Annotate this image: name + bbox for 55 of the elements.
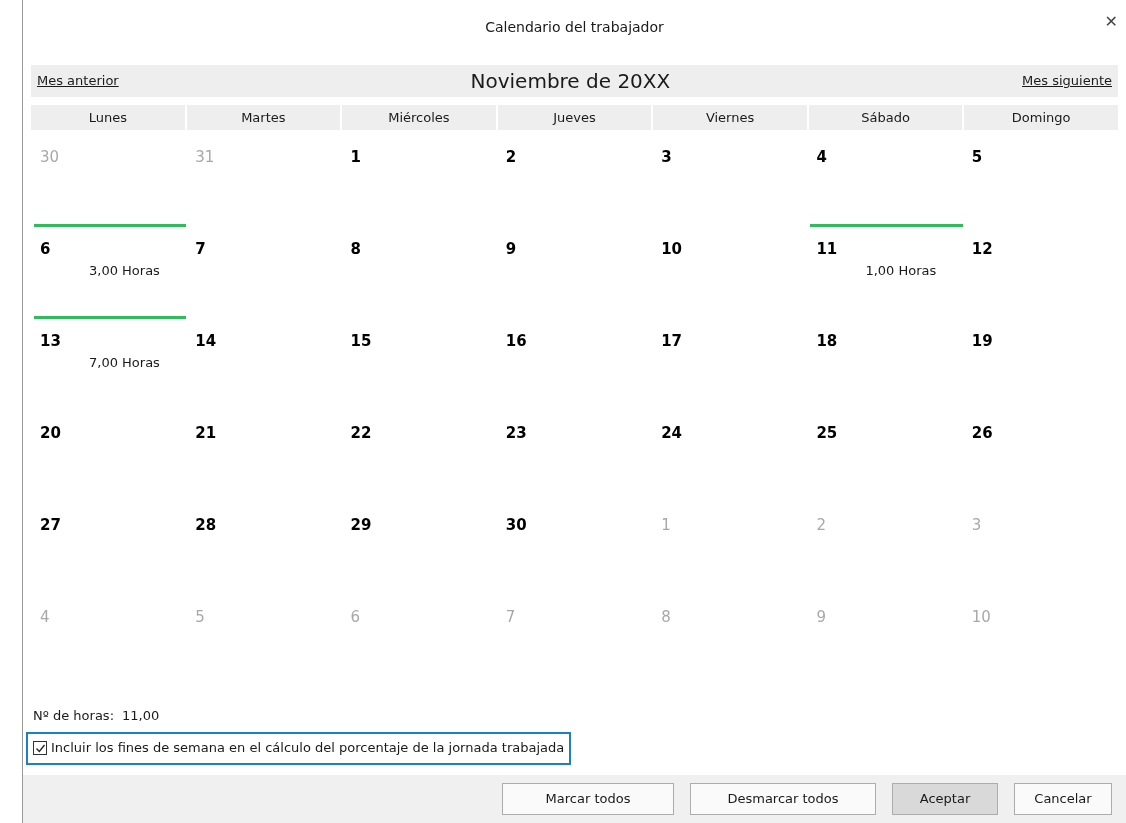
day-hours: 3,00 Horas	[89, 261, 160, 280]
day-number[interactable]: 6	[40, 238, 51, 261]
check-icon	[34, 742, 46, 754]
weekday-header: Domingo	[964, 105, 1118, 130]
day-number[interactable]: 10	[661, 238, 682, 261]
day-number[interactable]: 7	[195, 238, 206, 261]
dialog-button[interactable]: Cancelar	[1014, 783, 1112, 815]
day-number[interactable]: 25	[816, 422, 838, 445]
weekday-header: Lunes	[31, 105, 185, 130]
day-number[interactable]: 22	[350, 422, 372, 445]
day-number[interactable]: 2	[505, 146, 517, 169]
checkbox[interactable]	[33, 741, 47, 755]
day-number[interactable]: 20	[40, 422, 61, 445]
day-number[interactable]: 24	[661, 422, 682, 445]
previous-month-link[interactable]: Mes anterior	[37, 71, 119, 91]
weekday-header: Viernes	[653, 105, 807, 130]
day-number[interactable]: 12	[971, 238, 993, 261]
day-number[interactable]: 15	[350, 330, 372, 353]
weekday-header: Jueves	[497, 105, 652, 130]
day-number[interactable]: 11	[816, 238, 838, 261]
weekday-header: Miércoles	[342, 105, 496, 130]
day-number[interactable]: 5	[971, 146, 983, 169]
dialog-button[interactable]: Desmarcar todos	[690, 783, 876, 815]
day-number[interactable]: 28	[195, 514, 217, 537]
day-number[interactable]: 14	[195, 330, 217, 353]
day-number[interactable]: 9	[505, 238, 517, 261]
day-number[interactable]: 21	[195, 422, 217, 445]
next-month-link[interactable]: Mes siguiente	[1022, 71, 1112, 91]
dialog-button[interactable]: Aceptar	[892, 783, 998, 815]
weekend-option[interactable]: Incluir los fines de semana en el cálculo del porcentaje de la jornada trabajada	[26, 731, 572, 765]
day-number[interactable]: 1	[350, 146, 361, 169]
day-number[interactable]: 30	[505, 514, 527, 537]
day-number[interactable]: 13	[40, 330, 61, 353]
checkbox-label: Incluir los fines de semana en el cálculo del porcentaje de la jornada trabajada	[51, 739, 565, 758]
hours-label: Nº de horas:	[33, 707, 115, 725]
day-number[interactable]: 27	[40, 514, 61, 537]
day-number[interactable]: 16	[505, 330, 527, 353]
day-number[interactable]: 23	[505, 422, 527, 445]
day-number[interactable]: 8	[350, 238, 361, 261]
weekday-header: Martes	[186, 105, 341, 130]
day-number[interactable]: 26	[971, 422, 993, 445]
day-number[interactable]: 19	[971, 330, 993, 353]
day-number[interactable]: 18	[816, 330, 838, 353]
day-number[interactable]: 3	[661, 146, 672, 169]
day-number[interactable]: 17	[661, 330, 682, 353]
weekday-header: Sábado	[808, 105, 963, 130]
window-title: Calendario del trabajador	[485, 18, 664, 37]
close-button[interactable]: ✕	[1104, 10, 1118, 34]
hours-value: 11,00	[122, 707, 160, 725]
day-hours: 7,00 Horas	[89, 353, 160, 372]
day-number[interactable]: 4	[816, 146, 827, 169]
day-hours: 1,00 Horas	[865, 261, 937, 280]
month-title: Noviembre de 20XX	[470, 68, 671, 95]
dialog-button[interactable]: Marcar todos	[502, 783, 674, 815]
day-number[interactable]: 29	[350, 514, 372, 537]
